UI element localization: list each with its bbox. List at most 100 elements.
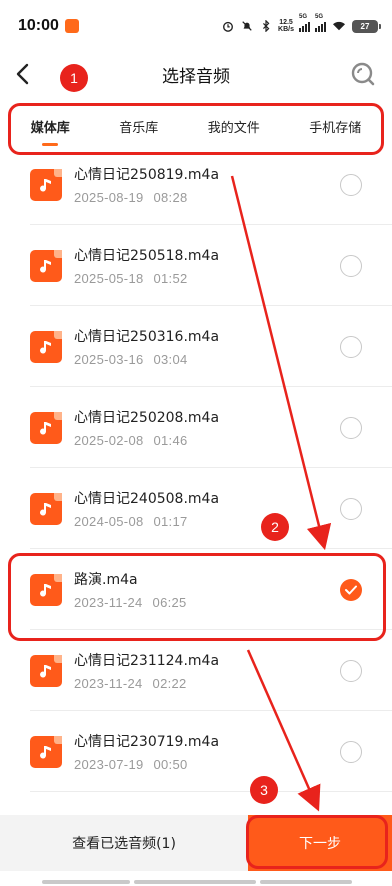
audio-file-icon [30,330,62,363]
audio-file-list: 心情日记250819.m4a 2025-08-19 08:28 心情日记250518.… [0,148,392,815]
file-datetime: 2023-11-24 06:25 [74,595,340,610]
tab-phone-storage[interactable]: 手机存储 [309,100,361,152]
select-radio[interactable] [340,173,362,196]
file-time: 01:17 [153,514,188,529]
file-row[interactable]: 心情日记250819.m4a 2025-08-19 08:28 [0,148,392,225]
network-speed: 12.5 KB/s [278,19,294,33]
select-radio[interactable] [340,416,362,439]
select-radio[interactable] [340,335,362,358]
search-button[interactable] [348,59,378,89]
file-meta: 心情日记240508.m4a 2024-05-08 01:17 [74,488,340,529]
signal-2-icon: 5G [315,14,326,32]
mute-bell-icon [242,21,252,31]
select-radio[interactable] [340,497,362,520]
status-bar: 10:00 12.5 KB/s 5G 5G 27 [0,0,392,52]
file-meta: 路演.m4a 2023-11-24 06:25 [74,569,340,610]
tab-music-library[interactable]: 音乐库 [119,100,158,152]
file-row[interactable]: 心情日记250316.m4a 2025-03-16 03:04 [0,306,392,387]
tab-media-library[interactable]: 媒体库 [31,100,70,152]
file-meta: 心情日记250208.m4a 2025-02-08 01:46 [74,407,340,448]
file-date: 2025-05-18 [74,271,144,286]
bottom-bar: 查看已选音频(1) 下一步 [0,815,392,871]
audio-file-icon [30,735,62,768]
back-button[interactable] [6,58,38,90]
alarm-icon [223,21,234,32]
file-meta: 心情日记250316.m4a 2025-03-16 03:04 [74,326,340,367]
chevron-left-icon [16,63,29,85]
file-meta: 心情日记250819.m4a 2025-08-19 08:28 [74,164,340,205]
source-tabs: 媒体库 音乐库 我的文件 手机存储 [0,100,392,152]
music-note-glyph [40,178,51,192]
file-date: 2025-02-08 [74,433,144,448]
network-speed-unit: KB/s [278,26,294,33]
file-time: 08:28 [153,190,188,205]
nav-hint-right [260,880,352,884]
file-meta: 心情日记230719.m4a 2023-07-19 00:50 [74,731,340,772]
bluetooth-icon [263,20,270,32]
file-time: 02:22 [152,676,187,691]
file-datetime: 2023-11-24 02:22 [74,676,340,691]
file-row[interactable]: 心情日记250518.m4a 2025-05-18 01:52 [0,225,392,306]
status-time: 10:00 [18,17,59,34]
file-date: 2024-05-08 [74,514,144,529]
file-time: 03:04 [153,352,188,367]
file-meta: 心情日记250518.m4a 2025-05-18 01:52 [74,245,340,286]
file-meta: 心情日记231124.m4a 2023-11-24 02:22 [74,650,340,691]
file-time: 00:50 [153,757,188,772]
network-speed-value: 12.5 [279,19,293,26]
file-row[interactable]: 路演.m4a 2023-11-24 06:25 [0,549,392,630]
audio-file-icon [30,249,62,282]
checked-radio[interactable] [340,578,362,601]
file-name: 心情日记230719.m4a [74,734,220,750]
nav-hint-center [134,880,256,884]
file-datetime: 2024-05-08 01:17 [74,514,340,529]
audio-file-icon [30,492,62,525]
signal-2-label: 5G [315,14,324,20]
battery-icon: 27 [352,19,381,33]
file-name: 心情日记250316.m4a [74,329,220,345]
file-row[interactable]: 心情日记230719.m4a 2023-07-19 00:50 [0,711,392,792]
tab-my-files[interactable]: 我的文件 [208,100,260,152]
wifi-icon [333,21,345,31]
file-date: 2023-07-19 [74,757,144,772]
file-name: 心情日记250208.m4a [74,410,220,426]
file-row[interactable]: 心情日记240508.m4a 2024-05-08 01:17 [0,468,392,549]
checkmark-icon [345,585,357,594]
music-note-glyph [40,340,51,354]
nav-hint-left [42,880,130,884]
audio-file-icon [30,573,62,606]
search-icon [351,62,375,86]
signal-1-label: 5G [299,14,308,20]
file-name: 心情日记250819.m4a [74,167,220,183]
select-radio[interactable] [340,254,362,277]
file-datetime: 2023-07-19 00:50 [74,757,340,772]
music-note-glyph [40,664,51,678]
title-bar: 选择音频 [0,52,392,96]
file-date: 2023-11-24 [74,676,143,691]
file-time: 01:46 [153,433,188,448]
select-radio[interactable] [340,740,362,763]
next-button[interactable]: 下一步 [248,815,392,871]
music-note-glyph [40,502,51,516]
file-date: 2025-08-19 [74,190,144,205]
page-title: 选择音频 [162,66,230,87]
file-name: 心情日记250518.m4a [74,248,220,264]
music-note-glyph [40,259,51,273]
file-date: 2025-03-16 [74,352,144,367]
audio-file-icon [30,654,62,687]
file-time: 01:52 [153,271,188,286]
music-note-glyph [40,583,51,597]
file-row[interactable]: 心情日记250208.m4a 2025-02-08 01:46 [0,387,392,468]
select-radio[interactable] [340,659,362,682]
file-time: 06:25 [152,595,187,610]
file-date: 2023-11-24 [74,595,143,610]
app-notification-icon [64,19,79,33]
file-datetime: 2025-03-16 03:04 [74,352,340,367]
audio-file-icon [30,168,62,201]
status-icons: 12.5 KB/s 5G 5G 27 [221,14,381,33]
file-name: 路演.m4a [74,572,138,588]
view-selected-button[interactable]: 查看已选音频(1) [0,815,248,871]
music-note-glyph [40,421,51,435]
file-datetime: 2025-08-19 08:28 [74,190,340,205]
file-row[interactable]: 心情日记231124.m4a 2023-11-24 02:22 [0,630,392,711]
